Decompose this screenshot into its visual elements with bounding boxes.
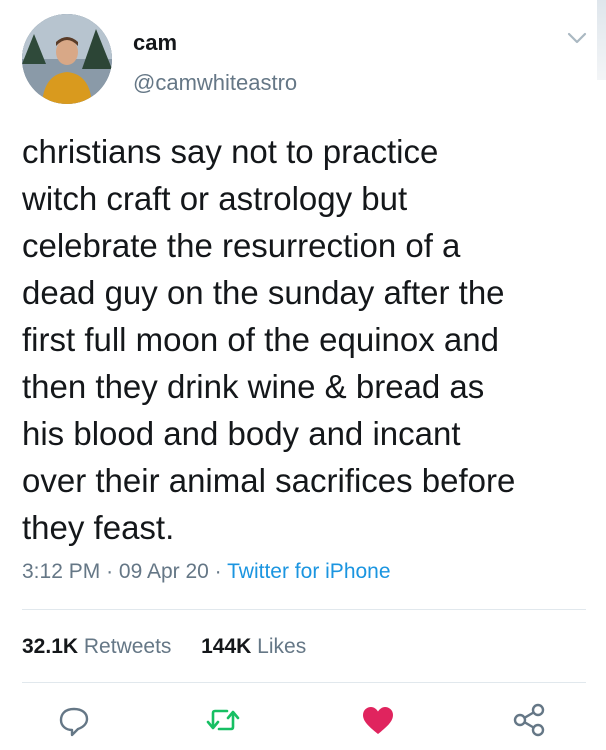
user-handle[interactable]: @camwhiteastro bbox=[133, 70, 297, 96]
retweet-icon[interactable] bbox=[203, 700, 243, 740]
reply-icon[interactable] bbox=[54, 700, 94, 740]
tweet-meta: 3:12 PM · 09 Apr 20 · Twitter for iPhone bbox=[22, 560, 391, 584]
meta-separator: · bbox=[214, 560, 222, 583]
tweet-time[interactable]: 3:12 PM bbox=[22, 560, 100, 583]
tweet-source[interactable]: Twitter for iPhone bbox=[227, 560, 390, 583]
likes-stat[interactable]: 144K Likes bbox=[201, 635, 306, 658]
avatar[interactable] bbox=[22, 14, 112, 104]
retweets-label: Retweets bbox=[83, 635, 172, 658]
likes-label: Likes bbox=[257, 635, 307, 658]
tweet-date[interactable]: 09 Apr 20 bbox=[119, 560, 209, 583]
user-name[interactable]: cam bbox=[133, 30, 177, 56]
tweet-stats: 32.1K Retweets 144K Likes bbox=[22, 635, 306, 659]
tweet-text: christians say not to practice witch cra… bbox=[22, 133, 516, 546]
retweets-count: 32.1K bbox=[22, 635, 79, 658]
edge-strip bbox=[597, 0, 606, 80]
action-bar bbox=[0, 700, 606, 750]
meta-separator: · bbox=[106, 560, 114, 583]
retweets-stat[interactable]: 32.1K Retweets bbox=[22, 635, 177, 658]
likes-count: 144K bbox=[201, 635, 252, 658]
heart-icon[interactable] bbox=[358, 700, 398, 740]
divider bbox=[22, 682, 586, 683]
share-icon[interactable] bbox=[510, 700, 550, 740]
tweet-header: cam @camwhiteastro bbox=[0, 0, 606, 110]
chevron-down-icon[interactable] bbox=[566, 30, 588, 46]
divider bbox=[22, 609, 586, 610]
